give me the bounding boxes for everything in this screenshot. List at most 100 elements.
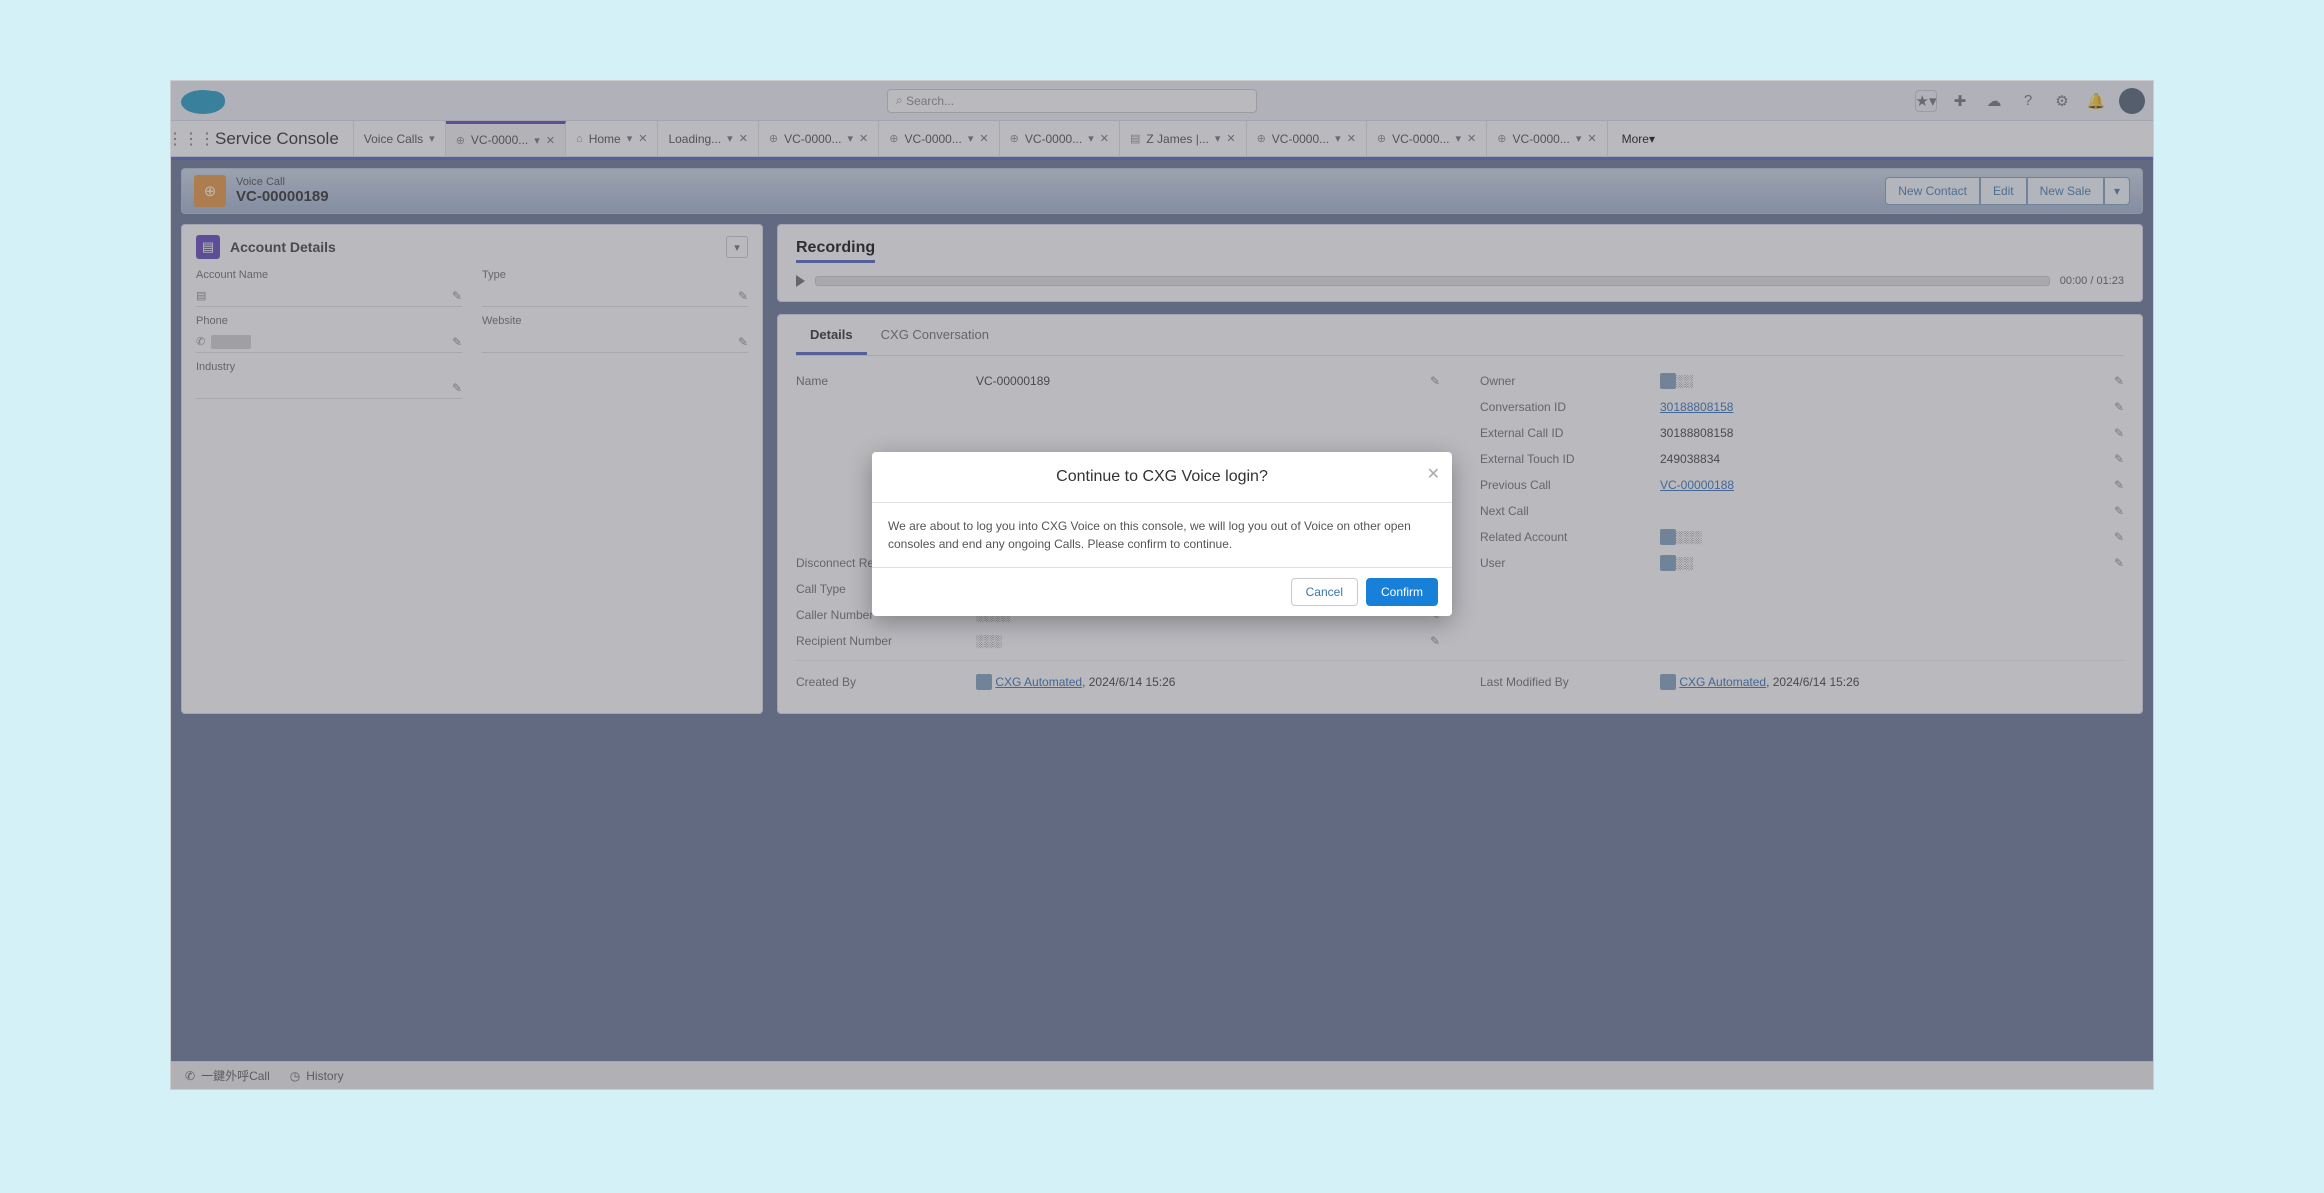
phone-icon: ✆ — [185, 1069, 195, 1083]
tabs-more[interactable]: More ▾ — [1608, 121, 1669, 156]
new-contact-button[interactable]: New Contact — [1885, 177, 1980, 205]
voice-call-icon: ⊕ — [194, 175, 226, 207]
utility-call[interactable]: ✆一鍵外呼Call — [185, 1067, 270, 1084]
record-header: ⊕ Voice Call VC-00000189 New Contact Edi… — [181, 168, 2143, 214]
help-icon[interactable]: ? — [2017, 90, 2039, 112]
close-icon[interactable]: ✕ — [1226, 132, 1235, 145]
tab-vc[interactable]: ⊕VC-0000...▾✕ — [879, 121, 999, 156]
tab-details[interactable]: Details — [796, 315, 867, 355]
field-label: External Call ID — [1480, 426, 1660, 440]
seek-track[interactable] — [815, 276, 2050, 286]
home-icon: ⌂ — [576, 133, 583, 145]
account-small-icon: ▤ — [196, 289, 206, 302]
edit-icon[interactable]: ✎ — [452, 381, 462, 395]
tab-vc[interactable]: ⊕VC-0000...▾✕ — [1000, 121, 1120, 156]
chevron-down-icon[interactable]: ▾ — [429, 132, 435, 145]
cancel-button[interactable]: Cancel — [1291, 578, 1358, 606]
utility-history[interactable]: ◷History — [290, 1069, 344, 1083]
tab-loading[interactable]: Loading...▾✕ — [658, 121, 758, 156]
edit-icon[interactable]: ✎ — [2114, 426, 2124, 440]
close-icon[interactable]: ✕ — [1587, 132, 1596, 145]
edit-icon[interactable]: ✎ — [1430, 374, 1440, 388]
clock-icon: ◷ — [290, 1069, 300, 1083]
tab-contact[interactable]: ▤Z James |...▾✕ — [1120, 121, 1247, 156]
edit-icon[interactable]: ✎ — [738, 289, 748, 303]
more-actions-button[interactable]: ▾ — [2104, 177, 2130, 205]
tab-conversation[interactable]: CXG Conversation — [867, 315, 1003, 355]
chevron-down-icon[interactable]: ▾ — [534, 134, 540, 147]
field-label: Phone — [196, 315, 462, 327]
detail-row: Next Call✎ — [1480, 498, 2124, 524]
tab-vc[interactable]: ⊕VC-0000...▾✕ — [1247, 121, 1367, 156]
tab-vc[interactable]: ⊕VC-0000...▾✕ — [759, 121, 879, 156]
close-icon[interactable]: ✕ — [979, 132, 988, 145]
object-chip-icon — [1660, 529, 1676, 545]
close-icon[interactable]: ✕ — [739, 132, 748, 145]
header-actions: ★▾ ✚ ☁ ? ⚙ 🔔 — [1915, 88, 2145, 114]
field-label: Type — [482, 269, 748, 281]
edit-icon[interactable]: ✎ — [2114, 556, 2124, 570]
add-icon[interactable]: ✚ — [1949, 90, 1971, 112]
app-launcher-icon[interactable]: ⋮⋮⋮ — [171, 121, 211, 156]
field-value: 249038834 — [1660, 452, 1720, 466]
global-search[interactable]: ⌕ Search... — [887, 89, 1257, 113]
detail-row — [796, 420, 1440, 446]
edit-icon[interactable]: ✎ — [452, 289, 462, 303]
tab-vc[interactable]: ⊕VC-0000...▾✕ — [1367, 121, 1487, 156]
edit-icon[interactable]: ✎ — [2114, 374, 2124, 388]
tab-vc[interactable]: ⊕VC-0000...▾✕ — [1487, 121, 1607, 156]
tab-voice-calls[interactable]: Voice Calls▾ — [354, 121, 446, 156]
close-icon[interactable]: ✕ — [1347, 132, 1356, 145]
edit-icon[interactable]: ✎ — [2114, 478, 2124, 492]
edit-icon[interactable]: ✎ — [2114, 504, 2124, 518]
detail-row: NameVC-00000189✎ — [796, 368, 1440, 394]
edit-icon[interactable]: ✎ — [2114, 400, 2124, 414]
modal-title: Continue to CXG Voice login? — [1056, 468, 1268, 485]
created-by-link[interactable]: CXG Automated — [995, 675, 1082, 689]
recording-card: Recording 00:00 / 01:23 — [777, 224, 2143, 302]
account-icon: ▤ — [196, 235, 220, 259]
close-icon[interactable]: ✕ — [546, 134, 555, 147]
notifications-icon[interactable]: 🔔 — [2085, 90, 2107, 112]
edit-icon[interactable]: ✎ — [2114, 530, 2124, 544]
close-icon[interactable]: ✕ — [1100, 132, 1109, 145]
modified-by-link[interactable]: CXG Automated — [1679, 675, 1766, 689]
field-label: Website — [482, 315, 748, 327]
phone-icon: ✆ — [196, 335, 205, 348]
edit-icon[interactable]: ✎ — [1430, 634, 1440, 648]
close-icon[interactable]: ✕ — [859, 132, 868, 145]
play-button[interactable] — [796, 275, 805, 287]
confirm-button[interactable]: Confirm — [1366, 578, 1438, 606]
setup-gear-icon[interactable]: ⚙ — [2051, 90, 2073, 112]
tab-home[interactable]: ⌂Home▾✕ — [566, 121, 658, 156]
field-value[interactable]: VC-00000188 — [1660, 478, 1734, 492]
object-type: Voice Call — [236, 176, 329, 188]
close-icon[interactable]: ✕ — [1427, 464, 1440, 484]
field-value: ░░░ — [1676, 530, 1702, 544]
close-icon[interactable]: ✕ — [638, 132, 647, 145]
field-label: Related Account — [1480, 530, 1660, 544]
new-sale-button[interactable]: New Sale — [2027, 177, 2104, 205]
edit-icon[interactable]: ✎ — [452, 335, 462, 349]
header-actions: New Contact Edit New Sale ▾ — [1885, 177, 2130, 205]
sync-icon[interactable]: ☁ — [1983, 90, 2005, 112]
field-value: VC-00000189 — [976, 374, 1050, 388]
card-menu-button[interactable]: ▾ — [726, 236, 748, 258]
utility-bar: ✆一鍵外呼Call ◷History — [171, 1061, 2153, 1089]
close-icon[interactable]: ✕ — [1467, 132, 1476, 145]
field-value[interactable]: 30188808158 — [1660, 400, 1733, 414]
nav-tabs: ⋮⋮⋮ Service Console Voice Calls▾ ⊕VC-000… — [171, 121, 2153, 157]
edit-button[interactable]: Edit — [1980, 177, 2027, 205]
field-label: Industry — [196, 361, 462, 373]
avatar[interactable] — [2119, 88, 2145, 114]
edit-icon[interactable]: ✎ — [2114, 452, 2124, 466]
modal-body: We are about to log you into CXG Voice o… — [872, 503, 1452, 568]
favorites-icon[interactable]: ★▾ — [1915, 90, 1937, 112]
tab-vc-active[interactable]: ⊕VC-0000...▾✕ — [446, 121, 566, 156]
account-details-card: ▤ Account Details ▾ Account Name ▤✎ Type… — [181, 224, 763, 714]
recording-title: Recording — [796, 239, 875, 263]
field-value: ░░░ — [976, 634, 1002, 648]
edit-icon[interactable]: ✎ — [738, 335, 748, 349]
field-value: 30188808158 — [1660, 426, 1733, 440]
global-header: ⌕ Search... ★▾ ✚ ☁ ? ⚙ 🔔 — [171, 81, 2153, 121]
